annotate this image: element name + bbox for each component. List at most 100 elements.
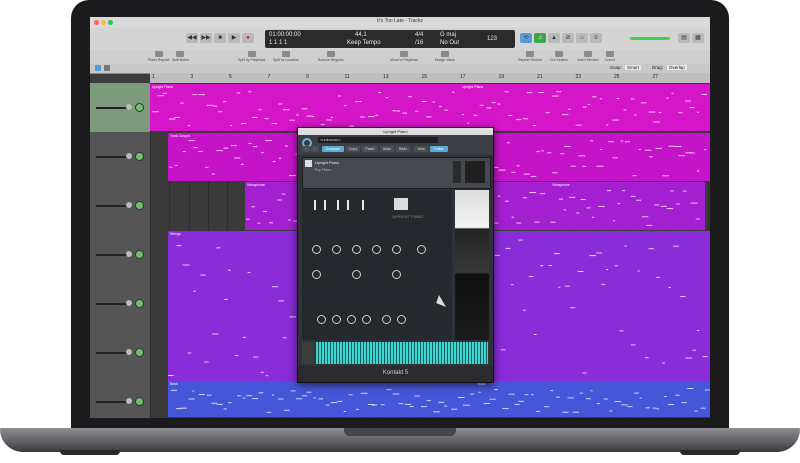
tool-repeat-section[interactable]: Repeat Section (518, 51, 542, 62)
preset-menu[interactable]: <unknown> (318, 137, 438, 143)
fader[interactable] (347, 200, 349, 210)
volume-slider[interactable] (96, 205, 128, 207)
grid-icon[interactable] (104, 65, 110, 71)
record-icon[interactable]: ● (242, 33, 254, 43)
pan-knob[interactable] (126, 349, 132, 355)
notepad-icon[interactable]: ≡ (590, 33, 602, 43)
region-vibraphone[interactable]: Vibraphone (550, 182, 705, 230)
browser-icon[interactable]: ▦ (692, 33, 704, 43)
tool-move-playhead[interactable]: Move to Playhead (390, 51, 418, 62)
play-icon[interactable]: ▶ (228, 33, 240, 43)
knob[interactable] (397, 315, 406, 324)
drag-select[interactable]: Overlap (667, 65, 687, 70)
volume-slider[interactable] (96, 401, 128, 403)
volume-slider[interactable] (96, 352, 128, 354)
tool-nudge-value[interactable]: Nudge Value (435, 51, 455, 62)
fader[interactable] (337, 200, 339, 210)
library-icon[interactable]: ▤ (678, 33, 690, 43)
record-enable-icon[interactable] (135, 299, 144, 308)
piano-keyboard[interactable] (316, 342, 488, 364)
fader[interactable] (314, 200, 316, 210)
record-enable-icon[interactable] (135, 103, 144, 112)
record-enable-icon[interactable] (135, 152, 144, 161)
undo-button[interactable]: Undo (380, 146, 394, 152)
knob[interactable] (372, 245, 381, 254)
record-enable-icon[interactable] (135, 201, 144, 210)
tool-colors[interactable]: Colors (605, 51, 615, 62)
track-header-row[interactable] (90, 230, 150, 280)
tuner-icon[interactable]: ♫ (534, 33, 546, 43)
region-upright-piano[interactable]: Upright Piano (150, 84, 460, 131)
volume-slider[interactable] (96, 107, 128, 109)
knob[interactable] (352, 270, 361, 279)
knob[interactable] (392, 245, 401, 254)
view-button[interactable]: View (414, 146, 428, 152)
fader[interactable] (324, 200, 326, 210)
count-in-icon[interactable]: ⊘ (562, 33, 574, 43)
tool-split-locators[interactable]: Split by Locators (273, 51, 299, 62)
knob[interactable] (317, 315, 326, 324)
next-preset-icon[interactable]: › (311, 146, 319, 152)
knob[interactable] (332, 315, 341, 324)
editor-button[interactable]: Editor (430, 146, 448, 152)
pan-knob[interactable] (126, 251, 132, 257)
pan-knob[interactable] (126, 202, 132, 208)
track-header-row[interactable] (90, 328, 150, 378)
volume-slider[interactable] (96, 254, 128, 256)
record-enable-icon[interactable] (135, 397, 144, 406)
copy-button[interactable]: Copy (346, 146, 360, 152)
track-header-row[interactable] (90, 83, 150, 133)
midi-note (502, 408, 509, 410)
tool-bounce-regions[interactable]: Bounce Regions (318, 51, 344, 62)
knob[interactable] (392, 270, 401, 279)
tool-cut-section[interactable]: Cut Section (550, 51, 568, 62)
tool-piano-repeat[interactable]: Piano Repeat (148, 51, 169, 62)
lcd-display[interactable]: 01:00:00:00 1 1 1 1 44,1 Keep Tempo 4/4 … (265, 30, 515, 48)
forward-icon[interactable]: ▶▶ (200, 33, 212, 43)
midi-note (656, 276, 661, 278)
compare-button[interactable]: Compare (322, 146, 344, 152)
stop-icon[interactable]: ■ (214, 33, 226, 43)
pan-knob[interactable] (126, 398, 132, 404)
knob[interactable] (332, 245, 341, 254)
region-bass[interactable]: Bass (168, 381, 476, 417)
region-upright-piano[interactable]: Upright Piano (460, 84, 710, 131)
master-volume-slider[interactable] (630, 37, 670, 40)
redo-button[interactable]: Redo (396, 146, 410, 152)
knob[interactable] (362, 315, 371, 324)
volume-slider[interactable] (96, 303, 128, 305)
list-view-icon[interactable] (95, 65, 101, 71)
record-enable-icon[interactable] (135, 250, 144, 259)
midi-note (176, 245, 182, 247)
record-enable-icon[interactable] (135, 348, 144, 357)
knob[interactable] (312, 245, 321, 254)
fader[interactable] (362, 200, 364, 210)
midi-note (246, 218, 250, 220)
metronome-icon[interactable]: ▲ (548, 33, 560, 43)
knob[interactable] (347, 315, 356, 324)
wheel-controls[interactable] (302, 342, 314, 364)
knob[interactable] (312, 270, 321, 279)
knob[interactable] (352, 245, 361, 254)
cycle-icon[interactable]: ⟲ (520, 33, 532, 43)
pan-knob[interactable] (126, 300, 132, 306)
tool-split-playhead[interactable]: Split by Playhead (238, 51, 265, 62)
prev-preset-icon[interactable]: ‹ (302, 146, 310, 152)
pan-knob[interactable] (126, 153, 132, 159)
paste-button[interactable]: Paste (362, 146, 378, 152)
lock-icon[interactable]: ⌂ (576, 33, 588, 43)
tool-split-notes[interactable]: Split Notes (172, 51, 189, 62)
knob[interactable] (417, 245, 426, 254)
tool-insert-section[interactable]: Insert Section (577, 51, 598, 62)
volume-slider[interactable] (96, 156, 128, 158)
snap-select[interactable]: Smart (625, 65, 642, 70)
track-header-row[interactable] (90, 279, 150, 329)
midi-note (634, 114, 637, 116)
track-header-row[interactable] (90, 132, 150, 182)
pan-knob[interactable] (126, 104, 132, 110)
region-bass[interactable]: Bass (476, 381, 710, 417)
track-header-row[interactable] (90, 181, 150, 231)
rewind-icon[interactable]: ◀◀ (186, 33, 198, 43)
track-header-row[interactable] (90, 377, 150, 418)
knob[interactable] (382, 315, 391, 324)
